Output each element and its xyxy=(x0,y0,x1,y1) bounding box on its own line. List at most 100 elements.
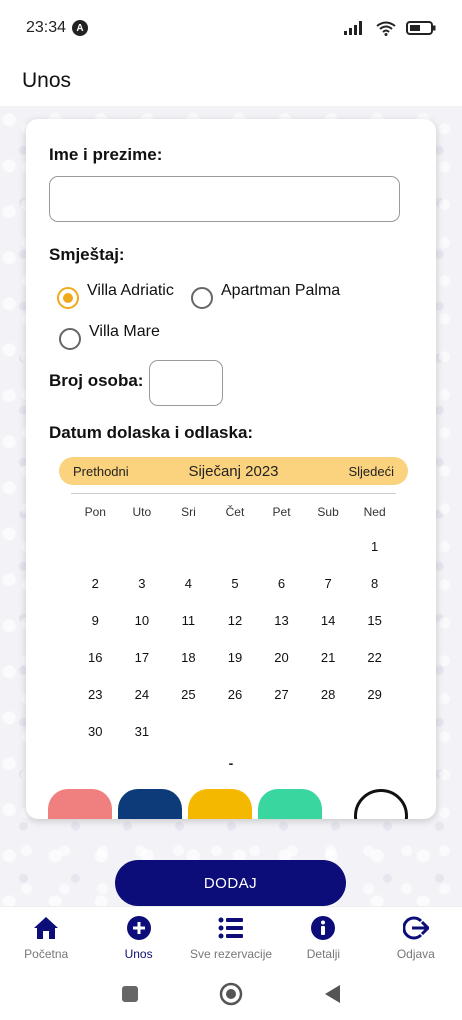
calendar-day-empty xyxy=(165,722,212,759)
signal-icon xyxy=(344,21,362,35)
calendar-year: 2023 xyxy=(245,462,279,480)
calendar-day[interactable]: 20 xyxy=(258,648,305,685)
calendar-day[interactable]: 6 xyxy=(258,574,305,611)
radio-unchecked-icon xyxy=(191,287,213,309)
color-swatch-yellow[interactable] xyxy=(188,789,252,819)
calendar-day-empty xyxy=(305,537,352,574)
calendar-days-grid: 1 2 3 4 5 6 7 8 9 10 11 12 13 14 15 16 17 18 19 20 21 22 23 24 2… xyxy=(72,537,398,759)
weekday-label: Sub xyxy=(317,505,339,519)
calendar-prev-button[interactable]: Prethodni xyxy=(73,464,129,479)
weekday-label: Pon xyxy=(84,505,106,519)
calendar-day[interactable]: 27 xyxy=(258,685,305,722)
name-input[interactable] xyxy=(49,176,400,222)
calendar-day[interactable]: 7 xyxy=(305,574,352,611)
radio-apartman-palma[interactable]: Apartman Palma xyxy=(191,282,340,309)
radio-checked-icon xyxy=(57,287,79,309)
recent-apps-button[interactable] xyxy=(121,985,139,1003)
calendar-day-empty xyxy=(305,722,352,759)
calendar-day[interactable]: 16 xyxy=(72,648,119,685)
nav-label: Sve rezervacije xyxy=(190,947,273,961)
add-circle-icon xyxy=(126,915,152,941)
calendar-day[interactable]: 22 xyxy=(351,648,398,685)
calendar-day[interactable]: 24 xyxy=(119,685,166,722)
calendar-day[interactable]: 8 xyxy=(351,574,398,611)
calendar-day-empty xyxy=(258,722,305,759)
radio-label: Apartman Palma xyxy=(221,282,341,299)
persons-label: Broj osoba: xyxy=(49,371,144,390)
nav-item-pocetna[interactable]: Početna xyxy=(0,907,92,968)
calendar-day[interactable]: 15 xyxy=(351,611,398,648)
back-triangle-icon xyxy=(325,985,340,1003)
calendar-day[interactable]: 26 xyxy=(212,685,259,722)
color-swatch-green[interactable] xyxy=(258,789,322,819)
calendar-day[interactable]: 2 xyxy=(72,574,119,611)
calendar-month: Siječanj xyxy=(188,462,241,480)
calendar-day[interactable]: 19 xyxy=(212,648,259,685)
calendar-day[interactable]: 9 xyxy=(72,611,119,648)
notification-badge-icon: A xyxy=(72,20,89,36)
calendar-day[interactable]: 3 xyxy=(119,574,166,611)
square-icon xyxy=(122,986,138,1002)
calendar-divider xyxy=(71,493,396,494)
calendar-day[interactable]: 13 xyxy=(258,611,305,648)
calendar-header: Prethodni Siječanj 2023 Sljedeći xyxy=(59,457,408,485)
info-icon xyxy=(310,915,336,941)
radio-label: Villa Mare xyxy=(89,323,160,340)
status-indicators xyxy=(344,21,436,36)
nav-item-sve-rezervacije[interactable]: Sve rezervacije xyxy=(185,907,277,968)
name-label: Ime i prezime: xyxy=(49,145,163,164)
color-swatch-selected-ring[interactable] xyxy=(354,789,408,819)
date-range-separator: - xyxy=(228,755,234,771)
nav-item-unos[interactable]: Unos xyxy=(92,907,184,968)
calendar-day-empty xyxy=(165,537,212,574)
back-button[interactable] xyxy=(323,984,341,1004)
page-title: Unos xyxy=(22,69,72,92)
calendar-day[interactable]: 29 xyxy=(351,685,398,722)
calendar-day[interactable]: 30 xyxy=(72,722,119,759)
weekday-label: Sri xyxy=(181,505,196,519)
radio-villa-mare[interactable]: Villa Mare xyxy=(59,323,160,350)
calendar-day[interactable]: 23 xyxy=(72,685,119,722)
circle-icon xyxy=(219,982,243,1006)
calendar-day[interactable]: 25 xyxy=(165,685,212,722)
calendar-next-button[interactable]: Sljedeći xyxy=(348,464,394,479)
calendar-day-empty xyxy=(351,722,398,759)
calendar-day[interactable]: 18 xyxy=(165,648,212,685)
status-bar: 23:34 A xyxy=(0,0,462,56)
radio-villa-adriatic[interactable]: Villa Adriatic xyxy=(57,282,174,309)
calendar-day[interactable]: 28 xyxy=(305,685,352,722)
calendar-day[interactable]: 17 xyxy=(119,648,166,685)
weekday-label: Čet xyxy=(225,505,245,519)
weekday-row: Pon Uto Sri Čet Pet Sub Ned xyxy=(72,505,398,525)
nav-item-detalji[interactable]: Detalji xyxy=(277,907,369,968)
persons-input[interactable] xyxy=(149,360,223,406)
calendar-day[interactable]: 10 xyxy=(119,611,166,648)
color-swatch-blue[interactable] xyxy=(118,789,182,819)
calendar-day[interactable]: 31 xyxy=(119,722,166,759)
color-swatch-red[interactable] xyxy=(48,789,112,819)
calendar-day[interactable]: 14 xyxy=(305,611,352,648)
calendar-day-empty xyxy=(212,722,259,759)
radio-unchecked-icon xyxy=(59,328,81,350)
add-button[interactable]: DODAJ xyxy=(115,860,346,906)
dates-label: Datum dolaska i odlaska: xyxy=(49,423,254,442)
nav-label: Unos xyxy=(124,947,153,961)
home-icon xyxy=(33,915,59,941)
calendar-day-empty xyxy=(119,537,166,574)
calendar-day-empty xyxy=(212,537,259,574)
nav-label: Početna xyxy=(24,947,69,961)
home-system-button[interactable] xyxy=(219,982,243,1006)
calendar-day[interactable]: 12 xyxy=(212,611,259,648)
calendar-day[interactable]: 21 xyxy=(305,648,352,685)
calendar-day[interactable]: 1 xyxy=(351,537,398,574)
calendar-day-empty xyxy=(258,537,305,574)
weekday-label: Uto xyxy=(132,505,152,519)
reservation-form-card: Ime i prezime: Smještaj: Villa Adriatic … xyxy=(26,119,436,819)
radio-label: Villa Adriatic xyxy=(87,282,174,299)
nav-item-odjava[interactable]: Odjava xyxy=(370,907,462,968)
calendar-day[interactable]: 5 xyxy=(212,574,259,611)
calendar-day[interactable]: 4 xyxy=(165,574,212,611)
wifi-icon xyxy=(376,21,396,36)
accommodation-label: Smještaj: xyxy=(49,245,125,264)
calendar-day[interactable]: 11 xyxy=(165,611,212,648)
